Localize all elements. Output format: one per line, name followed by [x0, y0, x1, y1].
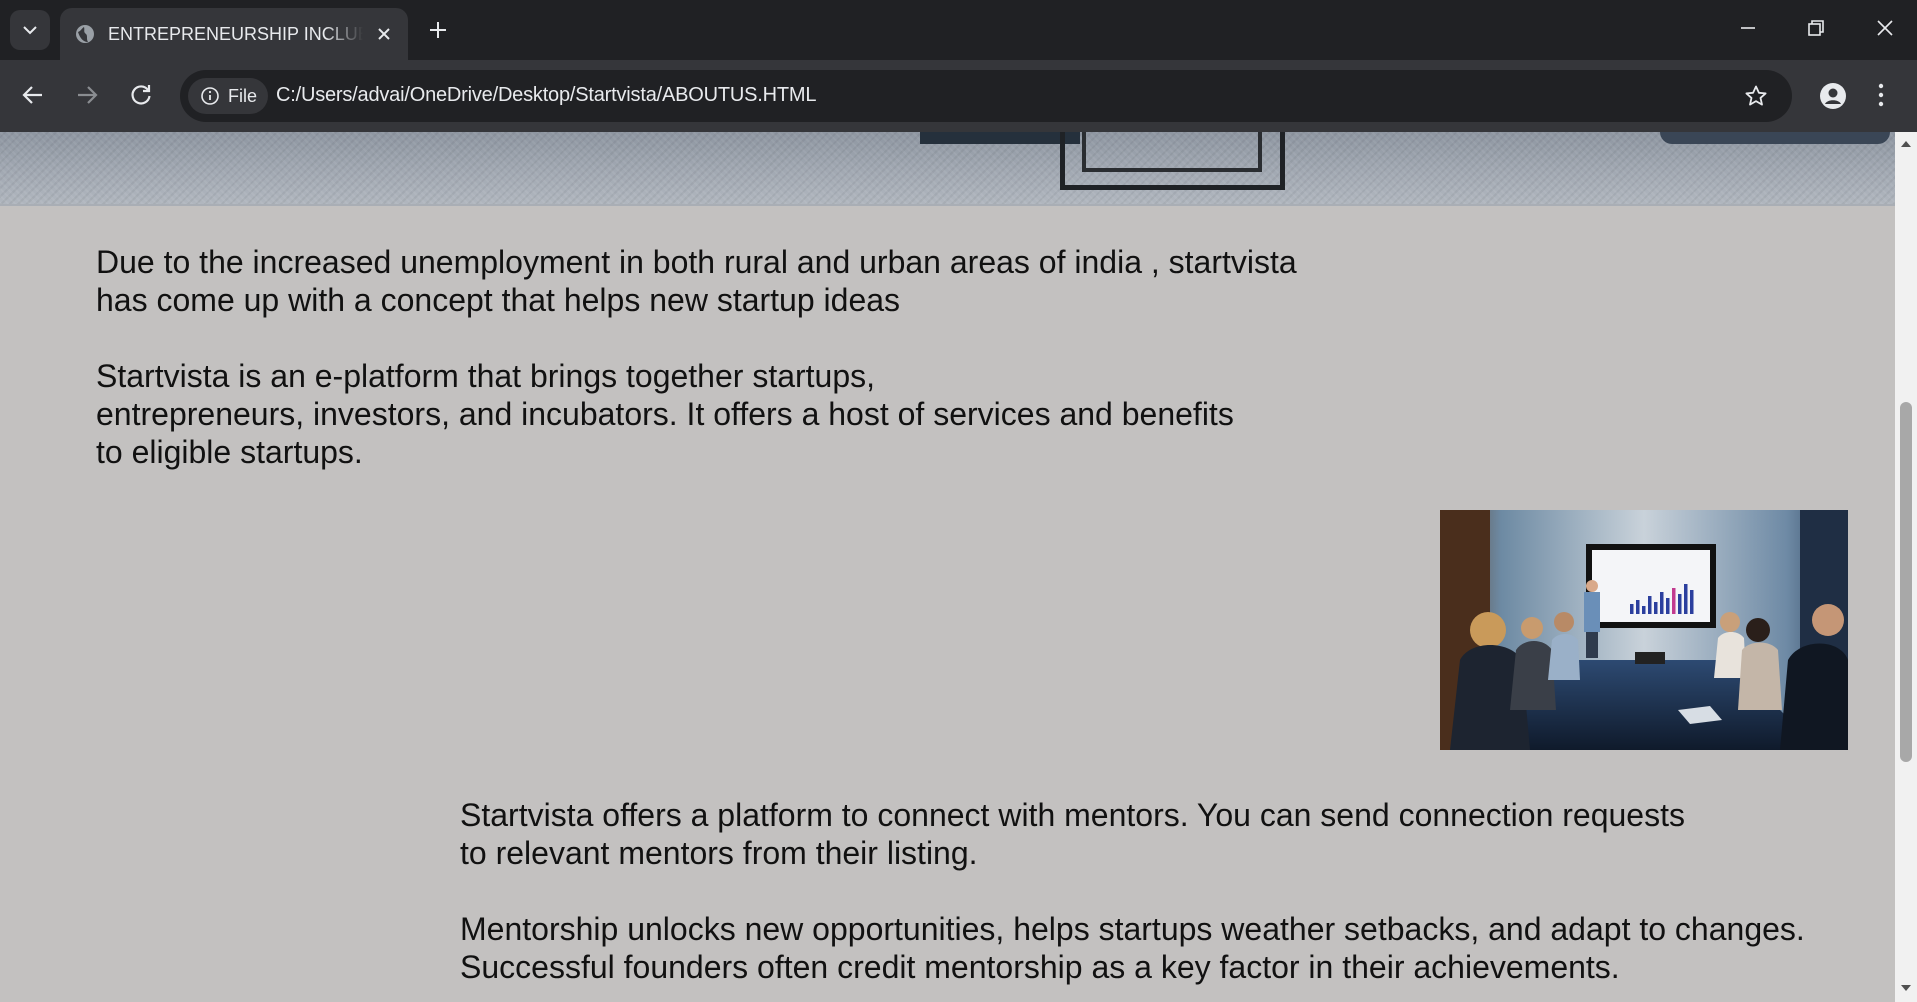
reload-icon[interactable] — [128, 82, 154, 108]
screen-bar — [1654, 602, 1658, 614]
kebab-menu-icon[interactable] — [1876, 82, 1886, 108]
screen-bar — [1672, 588, 1676, 614]
screen-bar — [1678, 594, 1682, 614]
bookmark-star-icon[interactable] — [1744, 84, 1768, 108]
site-info-label: File — [228, 85, 258, 106]
meeting-illustration — [1440, 510, 1848, 750]
screen-bar — [1684, 584, 1688, 614]
url-text[interactable]: C:/Users/advai/OneDrive/Desktop/Startvis… — [276, 84, 816, 107]
new-tab-icon[interactable] — [426, 18, 450, 42]
screen-bar — [1642, 606, 1646, 614]
chevron-down-icon — [23, 25, 37, 34]
tab-title: ENTREPRENEURSHIP INCLUBLA — [108, 23, 363, 44]
screen-bar — [1630, 604, 1634, 614]
hero-image — [0, 132, 1895, 206]
browser-toolbar: File C:/Users/advai/OneDrive/Desktop/Sta… — [0, 60, 1917, 132]
tab-search-button[interactable] — [10, 10, 50, 50]
close-tab-icon[interactable] — [374, 24, 394, 44]
vertical-scrollbar[interactable] — [1895, 132, 1917, 1002]
hero-chair-shadow — [1660, 132, 1890, 144]
meeting-photo — [1440, 510, 1848, 750]
scroll-up-arrow-icon[interactable] — [1900, 140, 1912, 148]
back-arrow-icon[interactable] — [20, 82, 46, 108]
screen-bar — [1666, 598, 1670, 614]
address-bar[interactable]: File C:/Users/advai/OneDrive/Desktop/Sta… — [180, 70, 1792, 122]
platform-paragraph: Startvista is an e-platform that brings … — [96, 358, 1234, 470]
screen-bar — [1648, 596, 1652, 614]
forward-arrow-icon[interactable] — [74, 82, 100, 108]
screen-bar — [1660, 592, 1664, 614]
screen-bar — [1690, 590, 1694, 614]
mentors-paragraph: Startvista offers a platform to connect … — [460, 797, 1685, 871]
page-viewport: Due to the increased unemployment in bot… — [0, 132, 1895, 1002]
hero-shadow — [920, 132, 1080, 144]
intro-paragraph: Due to the increased unemployment in bot… — [96, 244, 1297, 318]
mentorship-paragraph: Mentorship unlocks new opportunities, he… — [460, 911, 1805, 985]
minimize-icon[interactable] — [1738, 18, 1758, 38]
screen-bar — [1636, 600, 1640, 614]
profile-avatar-icon[interactable] — [1819, 82, 1847, 110]
globe-icon — [76, 25, 94, 43]
restore-icon[interactable] — [1806, 18, 1826, 38]
close-window-icon[interactable] — [1875, 18, 1895, 38]
info-icon — [201, 87, 219, 105]
site-info-chip[interactable]: File — [188, 78, 268, 114]
tab-strip: ENTREPRENEURSHIP INCLUBLA — [0, 0, 1917, 60]
browser-tab-active[interactable]: ENTREPRENEURSHIP INCLUBLA — [60, 8, 408, 60]
table-inner-frame — [1082, 132, 1262, 172]
scrollbar-thumb[interactable] — [1900, 402, 1912, 762]
scroll-down-arrow-icon[interactable] — [1900, 984, 1912, 992]
